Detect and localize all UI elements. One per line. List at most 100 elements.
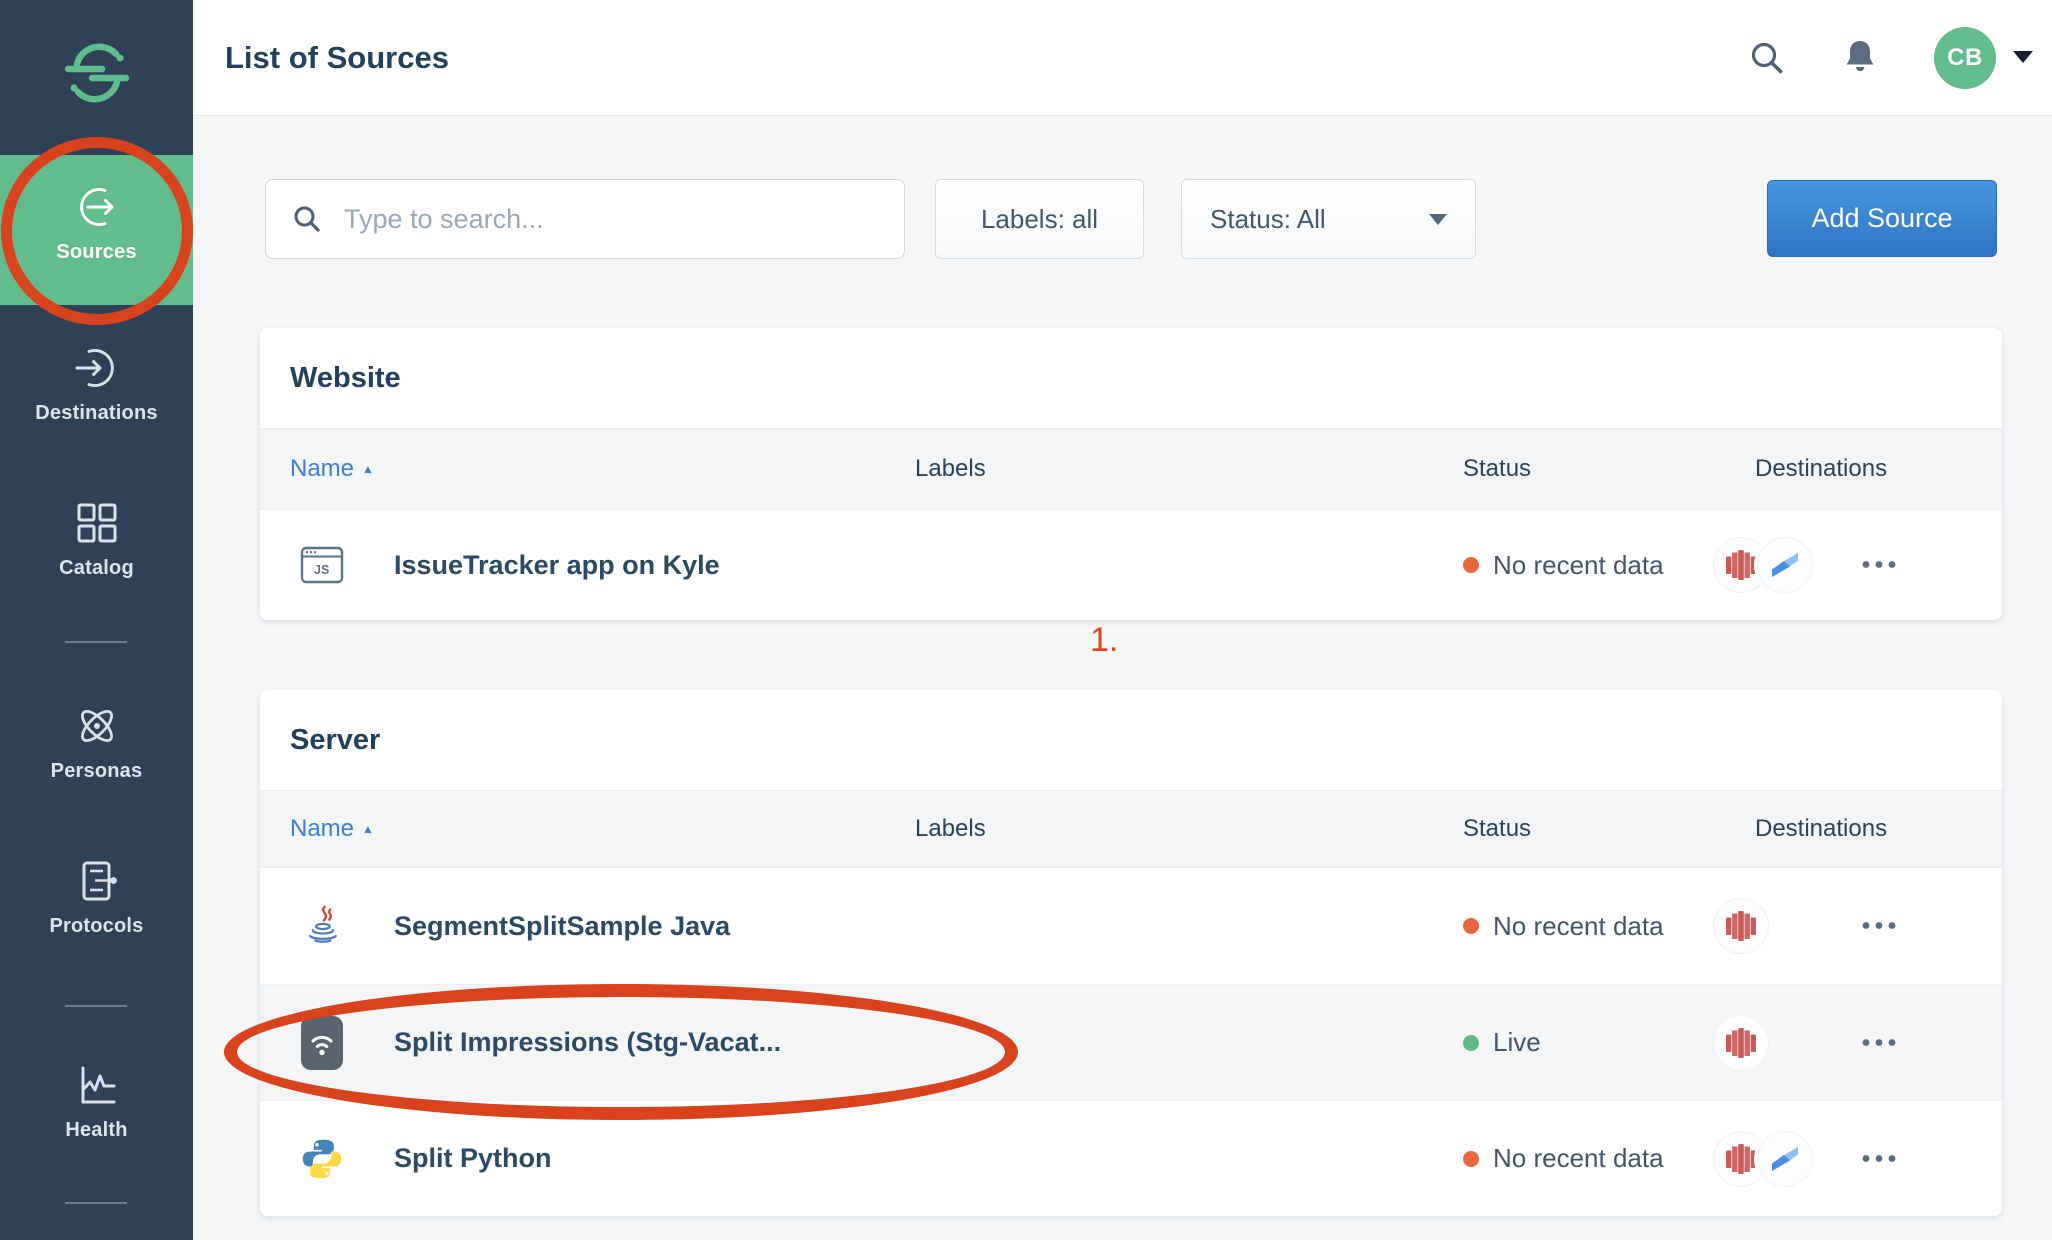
column-header-destinations: Destinations [1755,815,1972,843]
ellipsis-icon [1861,1037,1897,1047]
row-actions-menu[interactable] [1855,1029,1903,1056]
sidebar-label-destinations: Destinations [0,402,193,425]
ellipsis-icon [1861,1153,1897,1163]
sidebar-item-protocols[interactable]: Protocols [0,855,193,938]
red-striped-warehouse-icon [1723,547,1759,583]
sidebar-item-catalog[interactable]: Catalog [0,497,193,580]
website-table-header: Name▲ Labels Status Destinations [260,428,2002,510]
destination-badges [1713,537,1813,593]
status-dot [1463,1035,1479,1051]
destination-badge[interactable] [1713,1015,1769,1071]
labels-filter-button[interactable]: Labels: all [935,179,1144,259]
server-table-header: Name▲ Labels Status Destinations [260,790,2002,868]
add-source-button[interactable]: Add Source [1767,180,1997,257]
sidebar-item-health[interactable]: Health [0,1059,193,1142]
source-search-box [265,179,905,259]
status-text: Live [1493,1027,1541,1058]
blue-chevron-s-icon [1768,1142,1802,1176]
catalog-icon [0,497,193,549]
row-actions-menu[interactable] [1855,552,1903,579]
chevron-down-icon [1429,214,1447,225]
top-bar: List of Sources CB [193,0,2052,116]
destination-badges [1713,1131,1813,1187]
wifi-icon [300,1016,344,1070]
red-striped-warehouse-icon [1723,1025,1759,1061]
column-header-name[interactable]: Name▲ [290,815,915,843]
source-row-java[interactable]: SegmentSplitSample Java No recent data [260,868,2002,984]
destination-badge[interactable] [1757,1131,1813,1187]
ellipsis-icon [1861,560,1897,570]
column-header-name[interactable]: Name▲ [290,455,915,483]
red-striped-warehouse-icon [1723,908,1759,944]
column-header-destinations: Destinations [1755,455,1972,483]
protocols-icon [0,855,193,907]
source-name: Split Python [394,1143,552,1174]
destination-badges [1713,898,1769,954]
sidebar-divider [65,1005,127,1007]
source-row-issuetracker[interactable]: JS IssueTracker app on Kyle No recent da… [260,510,2002,620]
sidebar-item-personas[interactable]: Personas [0,700,193,783]
destination-badge[interactable] [1757,537,1813,593]
notifications-bell-icon[interactable] [1838,36,1882,85]
labels-filter-label: Labels: all [981,204,1098,235]
sidebar-label-personas: Personas [0,760,193,783]
sources-icon [0,181,193,233]
status-dot [1463,557,1479,573]
status-dot [1463,1151,1479,1167]
sidebar-divider [65,641,127,643]
column-header-labels: Labels [915,815,1463,843]
sort-asc-icon: ▲ [362,462,374,476]
main-content: Labels: all Status: All Add Source Websi… [193,116,2052,1240]
app-window: Sources Destinations [0,0,2052,1240]
sort-asc-icon: ▲ [362,822,374,836]
page-title: List of Sources [225,0,449,116]
js-browser-icon: JS [300,543,344,587]
global-search-icon[interactable] [1745,36,1789,85]
user-avatar[interactable]: CB [1934,27,1996,89]
sidebar-item-sources[interactable]: Sources [0,155,193,305]
source-name: Split Impressions (Stg-Vacat... [394,1027,781,1058]
status-text: No recent data [1493,911,1664,942]
column-header-status: Status [1463,815,1755,843]
sidebar-item-destinations[interactable]: Destinations [0,342,193,425]
account-menu-caret-icon[interactable] [2013,51,2033,63]
server-sources-card: Server Name▲ Labels Status Destinations [260,690,2002,1216]
website-section-title: Website [260,328,2002,428]
sidebar-divider [65,1202,127,1204]
python-icon [300,1137,344,1181]
sidebar-label-sources: Sources [0,241,193,264]
website-sources-card: Website Name▲ Labels Status Destinations [260,328,2002,620]
source-name: IssueTracker app on Kyle [394,550,720,581]
search-icon [290,202,324,236]
column-header-status: Status [1463,455,1755,483]
blue-chevron-s-icon [1768,548,1802,582]
sidebar: Sources Destinations [0,0,193,1240]
source-row-split-python[interactable]: Split Python No recent data [260,1100,2002,1216]
destination-badge[interactable] [1713,898,1769,954]
status-dot [1463,918,1479,934]
sidebar-label-catalog: Catalog [0,557,193,580]
svg-text:JS: JS [314,563,329,577]
source-row-split-impressions[interactable]: Split Impressions (Stg-Vacat... Live [260,984,2002,1100]
destinations-icon [0,342,193,394]
destination-badges [1713,1015,1769,1071]
segment-logo[interactable] [0,42,193,104]
status-filter-label: Status: All [1210,204,1326,235]
status-text: No recent data [1493,1143,1664,1174]
ellipsis-icon [1861,921,1897,931]
health-chart-icon [0,1059,193,1111]
status-text: No recent data [1493,550,1664,581]
annotation-step-number: 1. [1090,621,1118,660]
java-icon [300,904,344,948]
column-header-labels: Labels [915,455,1463,483]
sidebar-label-protocols: Protocols [0,915,193,938]
row-actions-menu[interactable] [1855,913,1903,940]
red-striped-warehouse-icon [1723,1141,1759,1177]
sidebar-label-health: Health [0,1119,193,1142]
server-section-title: Server [260,690,2002,790]
status-filter-dropdown[interactable]: Status: All [1181,179,1476,259]
row-actions-menu[interactable] [1855,1145,1903,1172]
personas-atom-icon [0,700,193,752]
source-name: SegmentSplitSample Java [394,911,730,942]
source-search-input[interactable] [342,203,880,236]
